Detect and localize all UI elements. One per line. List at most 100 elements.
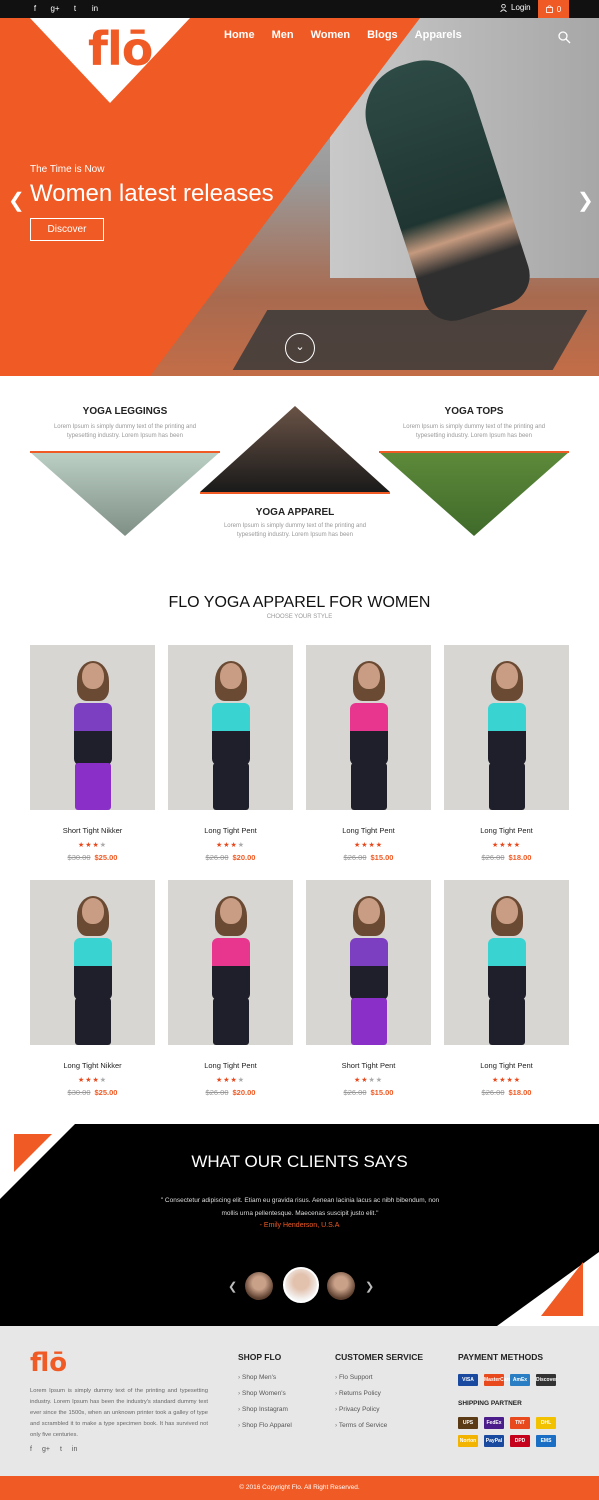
scroll-down-icon[interactable]: ⌄ (285, 333, 315, 363)
payment-badge: DPD (510, 1435, 530, 1447)
product-name[interactable]: Short Tight Pent (306, 1061, 431, 1070)
star-icon: ★ (499, 1077, 507, 1084)
footer-shop-title: SHOP FLO (238, 1352, 282, 1362)
testimonial-section: WHAT OUR CLIENTS SAYS " Consectetur adip… (0, 1124, 599, 1326)
facebook-icon[interactable]: f (30, 3, 40, 15)
star-icon: ★ (237, 842, 246, 849)
footer-link[interactable]: Flo Support (335, 1374, 423, 1381)
nav-women[interactable]: Women (311, 29, 351, 41)
product-image[interactable] (30, 645, 155, 810)
category-title-apparel[interactable]: YOGA APPAREL (195, 507, 395, 518)
footer-link[interactable]: Shop Men's (238, 1374, 292, 1381)
footer-payment-column: PAYMENT METHODS VISA MasterCard AmEx Discov… (458, 1352, 578, 1447)
product-card[interactable]: Short Tight Pent ★★★★ $26.00 $15.00 (306, 880, 431, 1097)
payment-badge: TNT (510, 1417, 530, 1429)
nav-apparels[interactable]: Apparels (415, 29, 462, 41)
footer-service-title: CUSTOMER SERVICE (335, 1352, 424, 1362)
star-icon: ★ (375, 1077, 384, 1084)
login-link[interactable]: Login (500, 3, 531, 12)
nav-blogs[interactable]: Blogs (367, 29, 398, 41)
category-title-tops[interactable]: YOGA TOPS (374, 406, 574, 417)
product-name[interactable]: Long Tight Pent (444, 1061, 569, 1070)
product-image[interactable] (306, 880, 431, 1045)
top-bar: f g+ t in Login 0 (0, 0, 599, 18)
product-name[interactable]: Long Tight Pent (444, 826, 569, 835)
star-icon: ★ (361, 1077, 369, 1084)
product-rating: ★★★★ (30, 1076, 155, 1084)
product-image[interactable] (168, 645, 293, 810)
product-name[interactable]: Short Tight Nikker (30, 826, 155, 835)
footer-link[interactable]: Returns Policy (335, 1390, 423, 1397)
discover-button[interactable]: Discover (30, 218, 104, 241)
cart-button[interactable]: 0 (538, 0, 569, 18)
product-name[interactable]: Long Tight Nikker (30, 1061, 155, 1070)
chevron-left-icon[interactable]: ❮ (8, 188, 25, 213)
chevron-right-icon[interactable]: ❯ (577, 188, 594, 213)
twitter-icon[interactable]: t (60, 1446, 62, 1453)
linkedin-icon[interactable]: in (72, 1446, 77, 1453)
product-card[interactable]: Long Tight Pent ★★★★ $26.00 $18.00 (444, 880, 569, 1097)
chevron-left-icon[interactable]: ❮ (228, 1280, 237, 1293)
category-image-tops[interactable] (379, 452, 569, 536)
footer-link[interactable]: Terms of Service (335, 1422, 423, 1429)
payment-badge: EMS (536, 1435, 556, 1447)
product-price: $25.00 (94, 853, 118, 862)
footer-link[interactable]: Shop Instagram (238, 1406, 292, 1413)
chevron-right-icon[interactable]: ❯ (365, 1280, 374, 1293)
avatar[interactable] (245, 1272, 273, 1300)
product-card[interactable]: Long Tight Pent ★★★★ $26.00 $20.00 (168, 645, 293, 862)
footer-logo[interactable]: flō (30, 1348, 67, 1378)
product-card[interactable]: Long Tight Nikker ★★★★ $30.00 $25.00 (30, 880, 155, 1097)
avatar[interactable] (327, 1272, 355, 1300)
product-rating: ★★★★ (444, 841, 569, 849)
google-plus-icon[interactable]: g+ (42, 1446, 50, 1453)
footer-link[interactable]: Shop Flo Apparel (238, 1422, 292, 1429)
product-card[interactable]: Long Tight Pent ★★★★ $26.00 $18.00 (444, 645, 569, 862)
product-price: $15.00 (370, 853, 394, 862)
category-border-apparel (200, 492, 390, 494)
product-old-price: $26.00 (481, 853, 505, 862)
star-icon: ★ (506, 1077, 514, 1084)
product-name[interactable]: Long Tight Pent (168, 1061, 293, 1070)
logo[interactable]: flō (88, 22, 153, 76)
product-card[interactable]: Long Tight Pent ★★★★ $26.00 $20.00 (168, 880, 293, 1097)
twitter-icon[interactable]: t (70, 3, 80, 15)
facebook-icon[interactable]: f (30, 1446, 32, 1453)
avatar-active[interactable] (283, 1267, 319, 1303)
star-icon: ★ (223, 1077, 231, 1084)
category-image-apparel[interactable] (200, 406, 390, 492)
product-name[interactable]: Long Tight Pent (168, 826, 293, 835)
linkedin-icon[interactable]: in (90, 3, 100, 15)
product-card[interactable]: Long Tight Pent ★★★★ $26.00 $15.00 (306, 645, 431, 862)
search-icon[interactable] (557, 30, 571, 44)
star-icon: ★ (230, 842, 238, 849)
product-image[interactable] (444, 645, 569, 810)
social-links: f g+ t in (30, 3, 100, 15)
footer-shipping-title: SHIPPING PARTNER (458, 1400, 522, 1407)
product-rating: ★★★★ (168, 1076, 293, 1084)
google-plus-icon[interactable]: g+ (50, 3, 60, 15)
product-card[interactable]: Short Tight Nikker ★★★★ $30.00 $25.00 (30, 645, 155, 862)
product-name[interactable]: Long Tight Pent (306, 826, 431, 835)
footer-link[interactable]: Privacy Policy (335, 1406, 423, 1413)
product-prices: $26.00 $18.00 (444, 1088, 569, 1097)
product-image[interactable] (444, 880, 569, 1045)
star-icon: ★ (499, 842, 507, 849)
footer-link[interactable]: Shop Women's (238, 1390, 292, 1397)
category-image-leggings[interactable] (30, 452, 220, 536)
product-rating: ★★★★ (168, 841, 293, 849)
nav-men[interactable]: Men (272, 29, 294, 41)
product-price: $18.00 (508, 853, 532, 862)
star-icon: ★ (99, 1077, 108, 1084)
product-image[interactable] (30, 880, 155, 1045)
product-image[interactable] (306, 645, 431, 810)
product-price: $25.00 (94, 1088, 118, 1097)
nav-home[interactable]: Home (224, 29, 255, 41)
payment-badge: PayPal (484, 1435, 504, 1447)
footer-social: f g+ t in (30, 1446, 77, 1453)
login-label: Login (511, 3, 531, 12)
product-image[interactable] (168, 880, 293, 1045)
star-icon: ★ (85, 842, 93, 849)
products-section-title: FLO YOGA APPAREL FOR WOMEN (168, 594, 431, 611)
category-title-leggings[interactable]: YOGA LEGGINGS (25, 406, 225, 417)
